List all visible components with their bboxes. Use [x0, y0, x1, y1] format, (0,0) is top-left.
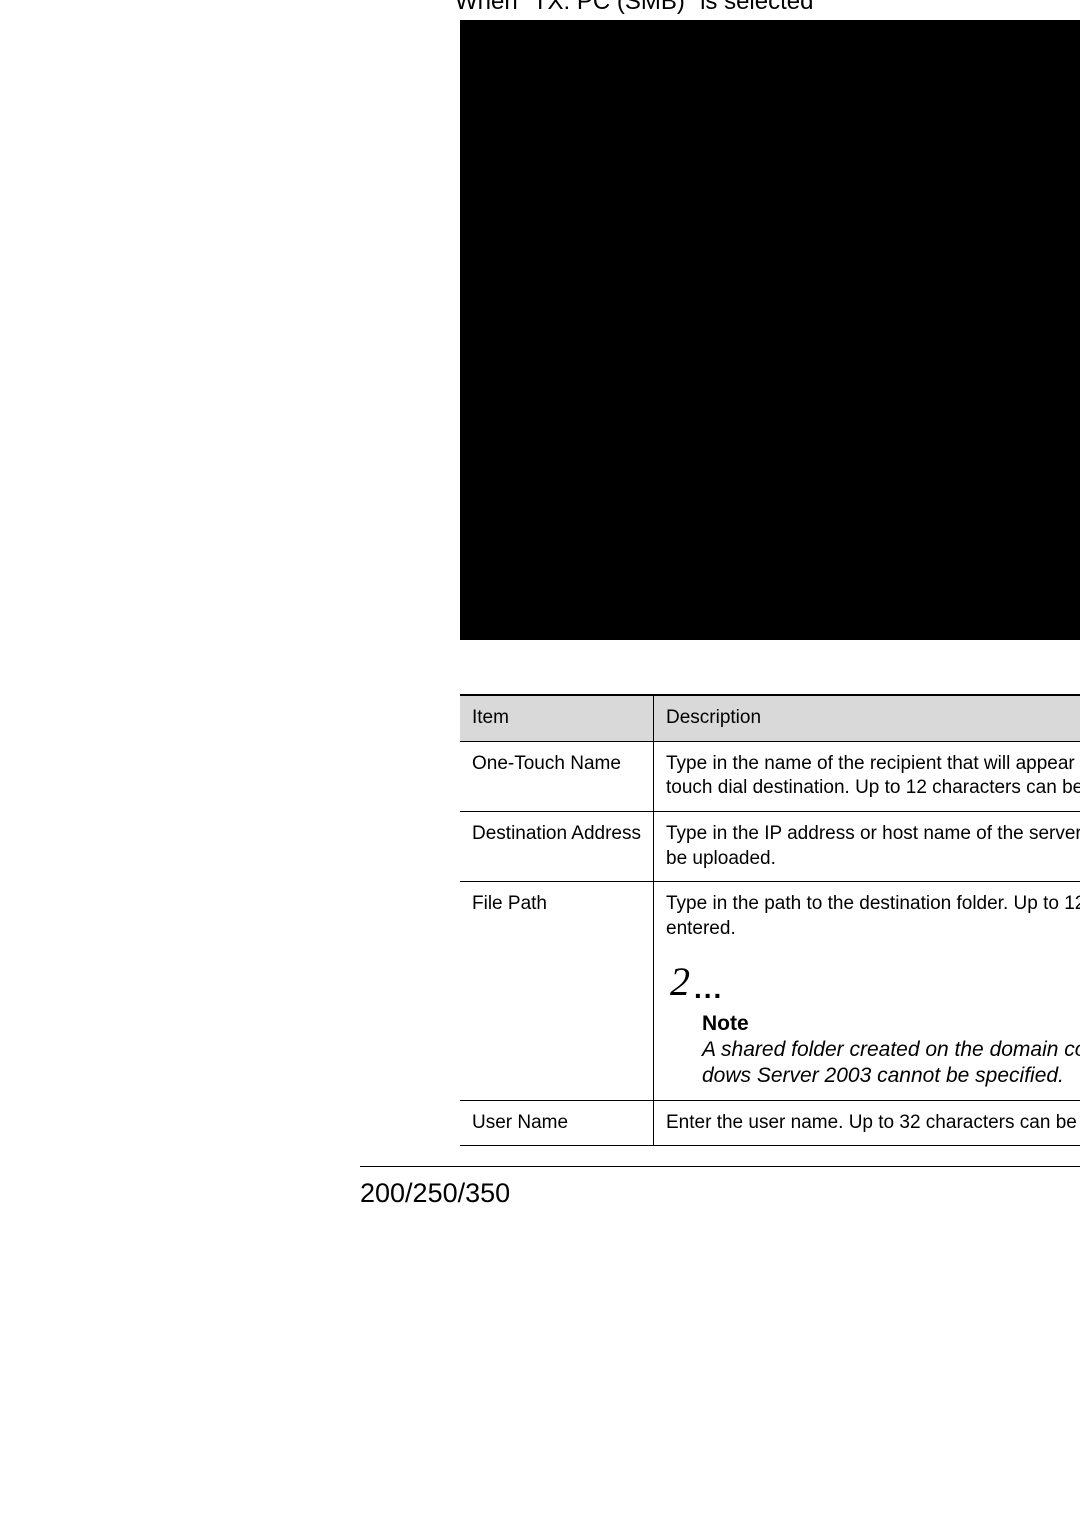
cell-item: One-Touch Name	[460, 741, 654, 811]
table-row: User Name Enter the user name. Up to 32 …	[460, 1100, 1080, 1146]
ellipsis-icon: ...	[694, 971, 723, 1007]
desc-line: entered.	[666, 918, 736, 939]
note-icon: 2	[670, 956, 690, 1008]
cell-description: Type in the IP address or host name of t…	[654, 812, 1080, 882]
document-page: When "TX: PC (SMB)" is selected Item Des…	[0, 0, 1080, 1529]
desc-line: be uploaded.	[666, 848, 776, 869]
note-block: 2... Note A shared folder created on the…	[666, 956, 1080, 1090]
footer-model-numbers: 200/250/350	[360, 1178, 510, 1209]
desc-line: touch dial destination. Up to 12 charact…	[666, 777, 1080, 798]
header-description: Description	[654, 695, 1080, 741]
cell-description: Enter the user name. Up to 32 characters…	[654, 1100, 1080, 1146]
table-row: Destination Address Type in the IP addre…	[460, 812, 1080, 882]
note-text: A shared folder created on the domain co…	[702, 1037, 1080, 1090]
cell-item: Destination Address	[460, 812, 654, 882]
desc-line: Type in the IP address or host name of t…	[666, 823, 1080, 844]
desc-line: Type in the name of the recipient that w…	[666, 753, 1080, 774]
footer-rule	[360, 1166, 1080, 1167]
table-header-row: Item Description	[460, 695, 1080, 741]
section-heading: When "TX: PC (SMB)" is selected	[455, 0, 813, 16]
table-row: File Path Type in the path to the destin…	[460, 882, 1080, 1100]
cell-description: Type in the name of the recipient that w…	[654, 741, 1080, 811]
note-label: Note	[702, 1010, 1080, 1037]
note-line: A shared folder created on the domain co…	[702, 1038, 1080, 1061]
desc-line: Type in the path to the destination fold…	[666, 893, 1080, 914]
header-item: Item	[460, 695, 654, 741]
screenshot-placeholder	[460, 20, 1080, 640]
cell-item: User Name	[460, 1100, 654, 1146]
cell-description: Type in the path to the destination fold…	[654, 882, 1080, 1100]
table-row: One-Touch Name Type in the name of the r…	[460, 741, 1080, 811]
cell-item: File Path	[460, 882, 654, 1100]
note-line: dows Server 2003 cannot be specified.	[702, 1064, 1064, 1087]
desc-line: Enter the user name. Up to 32 characters…	[666, 1112, 1080, 1133]
parameters-table: Item Description One-Touch Name Type in …	[460, 694, 1080, 1146]
